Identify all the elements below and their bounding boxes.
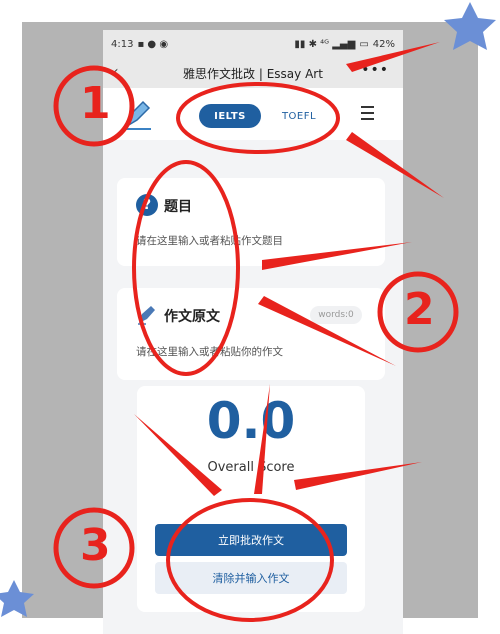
topic-input[interactable]: 请在这里输入或者粘贴作文题目 xyxy=(136,233,283,248)
app-title: 雅思作文批改 | Essay Art xyxy=(183,66,323,81)
status-time: 4:13 xyxy=(111,38,134,50)
pen-logo-icon[interactable] xyxy=(123,100,151,130)
status-bar: 4:13 ▪ ● ◉ ▮▮ ✱ ⁴ᴳ ▂▄▆ ▭ 42% xyxy=(103,30,403,58)
logo-underline xyxy=(125,128,151,130)
overall-score-value: 0.0 xyxy=(206,392,296,450)
essay-input[interactable]: 请在这里输入或者粘贴你的作文 xyxy=(136,344,283,359)
battery-icon: ▭ xyxy=(359,38,369,50)
overall-score-label: Overall Score xyxy=(207,460,295,475)
clear-essay-button[interactable]: 清除并输入作文 xyxy=(155,562,347,594)
hamburger-menu-icon[interactable] xyxy=(361,102,377,126)
battery-level: 42% xyxy=(372,38,395,50)
tab-ielts[interactable]: IELTS xyxy=(199,104,261,128)
back-icon[interactable]: ‹ xyxy=(113,64,119,80)
question-icon: ? xyxy=(136,194,158,216)
essay-card xyxy=(117,288,385,380)
topic-card xyxy=(117,178,385,266)
pen-icon xyxy=(138,306,155,325)
tab-toefl[interactable]: TOEFL xyxy=(271,104,327,128)
step-3-number: 3 xyxy=(80,520,111,571)
essay-title: 作文原文 xyxy=(164,309,220,325)
submit-essay-button[interactable]: 立即批改作文 xyxy=(155,524,347,556)
word-count-badge: words:0 xyxy=(310,306,362,324)
signal-icon: ▮▮ ✱ ⁴ᴳ ▂▄▆ xyxy=(294,38,356,50)
notification-icons: ▪ ● ◉ xyxy=(137,38,169,50)
app-title-bar: ‹ 雅思作文批改 | Essay Art ••• xyxy=(103,58,403,88)
topic-title: 题目 xyxy=(164,199,192,215)
more-options-icon[interactable]: ••• xyxy=(361,62,389,78)
nav-bar: IELTS TOEFL xyxy=(103,88,403,140)
step-1-number: 1 xyxy=(80,78,111,129)
step-2-number: 2 xyxy=(404,284,435,335)
